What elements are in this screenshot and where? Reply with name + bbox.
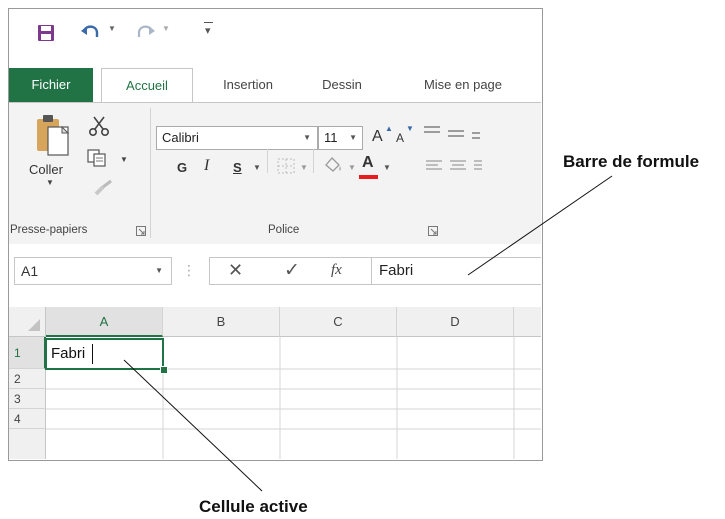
callout-active-cell: Cellule active <box>199 497 308 516</box>
callout-leader-lines <box>123 175 613 492</box>
callout-formula-bar: Barre de formule <box>563 152 700 171</box>
